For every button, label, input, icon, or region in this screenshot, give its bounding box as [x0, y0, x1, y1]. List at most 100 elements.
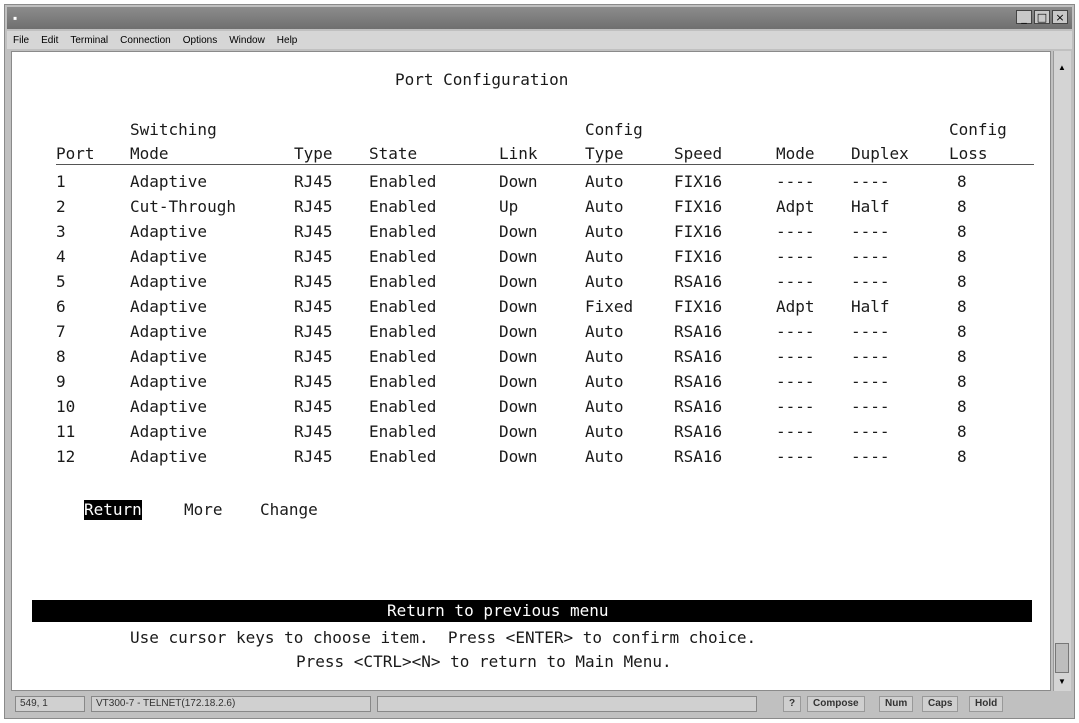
num-indicator: Num — [879, 696, 914, 712]
config-type-cell: Auto — [585, 347, 624, 366]
header-duplex: Duplex — [851, 144, 909, 163]
state-cell: Enabled — [369, 347, 437, 366]
config-loss-cell: 8 — [957, 172, 967, 191]
speed-cell: FIX16 — [674, 222, 723, 241]
speed-cell: RSA16 — [674, 397, 723, 416]
switching-mode-cell: Adaptive — [130, 247, 208, 266]
maximize-button[interactable]: □ — [1034, 10, 1050, 24]
vertical-scrollbar[interactable]: ▲ ▼ — [1053, 51, 1071, 691]
duplex-cell: ---- — [851, 172, 890, 191]
link-cell: Down — [499, 222, 538, 241]
scroll-up-icon[interactable]: ▲ — [1057, 63, 1067, 72]
config-loss-cell: 8 — [957, 247, 967, 266]
status-bar: 549, 1 VT300-7 - TELNET(172.18.2.6) ? Co… — [7, 692, 1072, 716]
config-type-cell: Auto — [585, 197, 624, 216]
port-mode-cell: ---- — [776, 347, 815, 366]
port-cell: 4 — [56, 247, 66, 266]
duplex-cell: ---- — [851, 447, 890, 466]
return-button[interactable]: Return — [84, 500, 142, 520]
config-loss-cell: 8 — [957, 197, 967, 216]
switching-mode-cell: Cut-Through — [130, 197, 236, 216]
type-cell: RJ45 — [294, 197, 333, 216]
config-loss-cell: 8 — [957, 447, 967, 466]
duplex-cell: Half — [851, 197, 890, 216]
duplex-cell: ---- — [851, 397, 890, 416]
port-cell: 7 — [56, 322, 66, 341]
header-link: Link — [499, 144, 538, 163]
compose-indicator[interactable]: Compose — [807, 696, 865, 712]
type-cell: RJ45 — [294, 247, 333, 266]
state-cell: Enabled — [369, 422, 437, 441]
config-loss-cell: 8 — [957, 372, 967, 391]
change-button[interactable]: Change — [260, 500, 318, 520]
config-type-cell: Auto — [585, 272, 624, 291]
state-cell: Enabled — [369, 222, 437, 241]
state-cell: Enabled — [369, 272, 437, 291]
port-cell: 9 — [56, 372, 66, 391]
type-cell: RJ45 — [294, 447, 333, 466]
port-mode-cell: ---- — [776, 172, 815, 191]
switching-mode-cell: Adaptive — [130, 322, 208, 341]
port-mode-cell: ---- — [776, 222, 815, 241]
header-port-mode: Mode — [776, 144, 815, 163]
config-loss-cell: 8 — [957, 272, 967, 291]
link-cell: Down — [499, 397, 538, 416]
switching-mode-cell: Adaptive — [130, 172, 208, 191]
duplex-cell: Half — [851, 297, 890, 316]
port-cell: 8 — [56, 347, 66, 366]
close-button[interactable]: × — [1052, 10, 1068, 24]
more-button[interactable]: More — [184, 500, 223, 520]
speed-cell: FIX16 — [674, 197, 723, 216]
config-loss-cell: 8 — [957, 322, 967, 341]
port-mode-cell: ---- — [776, 447, 815, 466]
port-mode-cell: ---- — [776, 272, 815, 291]
duplex-cell: ---- — [851, 347, 890, 366]
config-type-cell: Auto — [585, 422, 624, 441]
speed-cell: RSA16 — [674, 322, 723, 341]
config-type-cell: Auto — [585, 247, 624, 266]
status-message-bar: Return to previous menu — [32, 600, 1032, 622]
caps-indicator: Caps — [922, 696, 959, 712]
port-mode-cell: Adpt — [776, 197, 815, 216]
status-spacer — [377, 696, 757, 712]
port-cell: 1 — [56, 172, 66, 191]
help-indicator[interactable]: ? — [783, 696, 802, 712]
duplex-cell: ---- — [851, 247, 890, 266]
switching-mode-cell: Adaptive — [130, 372, 208, 391]
header-state: State — [369, 144, 418, 163]
help-line-1: Use cursor keys to choose item. Press <E… — [130, 628, 757, 647]
port-mode-cell: ---- — [776, 322, 815, 341]
scroll-down-icon[interactable]: ▼ — [1057, 677, 1067, 686]
type-cell: RJ45 — [294, 272, 333, 291]
cursor-position: 549, 1 — [15, 696, 85, 712]
switching-mode-cell: Adaptive — [130, 222, 208, 241]
terminal-screen[interactable]: Port Configuration Switching Config Conf… — [11, 51, 1051, 691]
duplex-cell: ---- — [851, 322, 890, 341]
link-cell: Down — [499, 247, 538, 266]
menu-file[interactable]: File — [13, 35, 29, 46]
minimize-button[interactable]: _ — [1016, 10, 1032, 24]
config-type-cell: Auto — [585, 372, 624, 391]
port-cell: 6 — [56, 297, 66, 316]
port-mode-cell: ---- — [776, 422, 815, 441]
state-cell: Enabled — [369, 397, 437, 416]
app-icon: ▪ — [13, 11, 18, 25]
header-speed: Speed — [674, 144, 723, 163]
header-type: Type — [294, 144, 333, 163]
menu-help[interactable]: Help — [277, 35, 298, 46]
port-cell: 10 — [56, 397, 76, 416]
menu-connection[interactable]: Connection — [120, 35, 171, 46]
scroll-thumb[interactable] — [1055, 643, 1069, 673]
header-config-type-top: Config — [585, 120, 643, 139]
type-cell: RJ45 — [294, 422, 333, 441]
config-loss-cell: 8 — [957, 422, 967, 441]
menu-terminal[interactable]: Terminal — [70, 35, 108, 46]
menu-edit[interactable]: Edit — [41, 35, 58, 46]
type-cell: RJ45 — [294, 297, 333, 316]
config-type-cell: Auto — [585, 447, 624, 466]
menu-options[interactable]: Options — [183, 35, 217, 46]
menu-window[interactable]: Window — [229, 35, 265, 46]
type-cell: RJ45 — [294, 372, 333, 391]
switching-mode-cell: Adaptive — [130, 347, 208, 366]
header-config-type: Type — [585, 144, 624, 163]
